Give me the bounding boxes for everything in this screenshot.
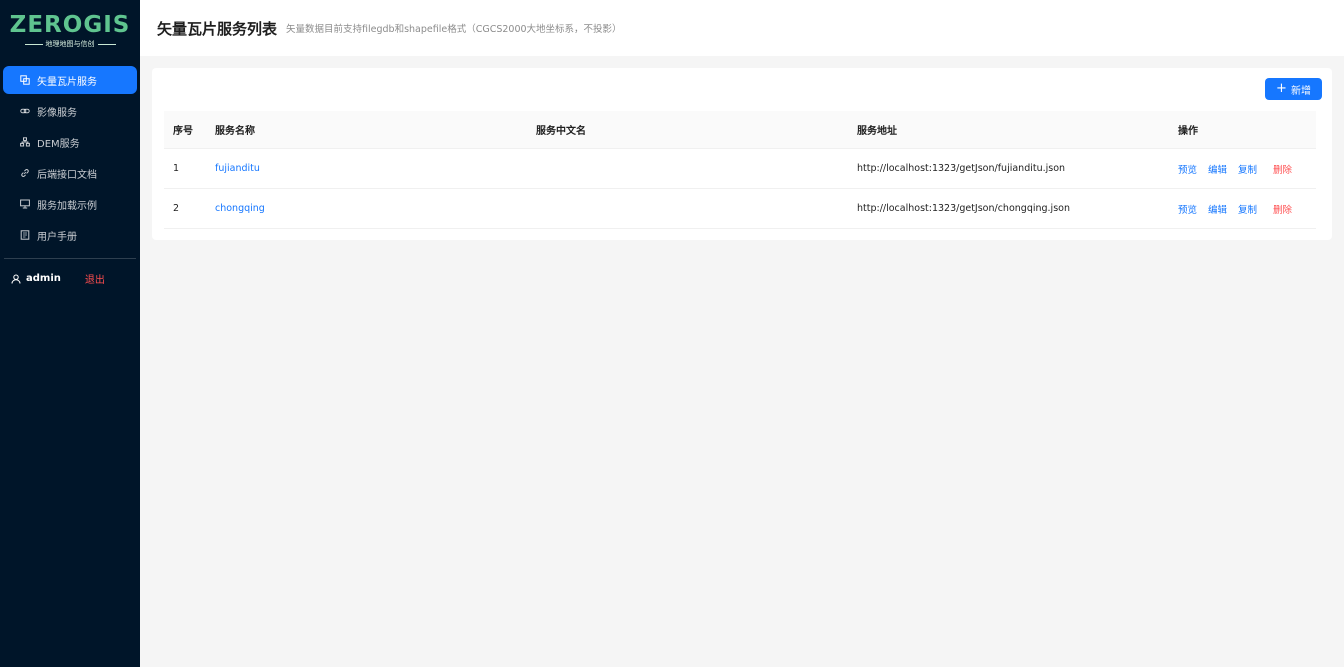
page-subtitle: 矢量数据目前支持filegdb和shapefile格式（CGCS2000大地坐标… [286,24,622,35]
table-row: 1 fujianditu http://localhost:1323/getJs… [164,149,1316,189]
brand-subtitle-row: 地理地图与信创 [24,39,116,49]
column-header-name: 服务名称 [215,126,255,137]
user-icon [11,274,21,284]
row-actions: 预览 编辑 复制 删除 [1178,162,1316,176]
sidebar: ZEROGIS 地理地图与信创 矢量瓦片服务 影像服务 DEM服务 后端接口文档… [0,0,140,667]
copy-icon [20,75,30,85]
page-header: 矢量瓦片服务列表 矢量数据目前支持filegdb和shapefile格式（CGC… [140,0,1344,56]
brand-subtitle: 地理地图与信创 [45,40,95,48]
desktop-icon [20,199,30,209]
preview-link[interactable]: 预览 [1178,162,1197,176]
plus-icon: + [1276,81,1287,96]
column-header-cn-name: 服务中文名 [536,126,586,137]
sidebar-item-manual[interactable]: 用户手册 [3,221,137,249]
add-button-label: 新增 [1290,85,1311,97]
sidebar-item-label: DEM服务 [37,138,80,150]
page-title: 矢量瓦片服务列表 [157,19,278,38]
service-name-link[interactable]: chongqing [215,203,265,214]
row-url: http://localhost:1323/getJson/fujianditu… [857,163,1066,174]
sidebar-item-label: 服务加载示例 [37,200,97,212]
content-card: + 新增 序号 服务名称 服务中文名 服务地址 操作 1 fujianditu … [152,68,1332,240]
add-button[interactable]: + 新增 [1265,78,1322,100]
sidebar-item-label: 后端接口文档 [37,169,97,181]
service-name-link[interactable]: fujianditu [215,163,260,174]
user-name: admin [26,273,61,284]
preview-link[interactable]: 预览 [1178,202,1197,216]
row-actions: 预览 编辑 复制 删除 [1178,202,1316,216]
edit-link[interactable]: 编辑 [1208,162,1227,176]
table-row: 2 chongqing http://localhost:1323/getJso… [164,189,1316,229]
row-index: 2 [173,203,180,214]
table-header: 序号 服务名称 服务中文名 服务地址 操作 [164,111,1316,149]
sidebar-item-label: 矢量瓦片服务 [37,76,97,88]
sidebar-item-label: 用户手册 [37,231,77,243]
delete-link[interactable]: 删除 [1273,202,1292,216]
brand-logo: ZEROGIS 地理地图与信创 [0,0,140,58]
user-row: admin 退出 [0,271,140,286]
sidebar-item-imagery[interactable]: 影像服务 [3,97,137,125]
sidebar-item-examples[interactable]: 服务加载示例 [3,190,137,218]
brand-title: ZEROGIS [9,12,131,38]
sidebar-item-api-docs[interactable]: 后端接口文档 [3,159,137,187]
sidebar-item-dem[interactable]: DEM服务 [3,128,137,156]
column-header-url: 服务地址 [857,126,897,137]
column-header-index: 序号 [173,126,193,137]
services-table: 序号 服务名称 服务中文名 服务地址 操作 1 fujianditu http:… [164,111,1316,229]
column-header-actions: 操作 [1178,126,1198,137]
copy-link[interactable]: 复制 [1238,202,1257,216]
link-icon [20,106,30,116]
row-index: 1 [173,163,180,174]
sidebar-divider [4,258,136,259]
cluster-icon [20,137,30,147]
sidebar-item-label: 影像服务 [37,107,77,119]
link-icon [20,168,30,178]
logout-link[interactable]: 退出 [85,271,105,286]
sidebar-menu: 矢量瓦片服务 影像服务 DEM服务 后端接口文档 服务加载示例 用户手册 [0,66,140,249]
delete-link[interactable]: 删除 [1273,162,1292,176]
sidebar-item-vector-tile[interactable]: 矢量瓦片服务 [3,66,137,94]
copy-link[interactable]: 复制 [1238,162,1257,176]
edit-link[interactable]: 编辑 [1208,202,1227,216]
book-icon [20,230,30,240]
row-url: http://localhost:1323/getJson/chongqing.… [857,203,1070,214]
